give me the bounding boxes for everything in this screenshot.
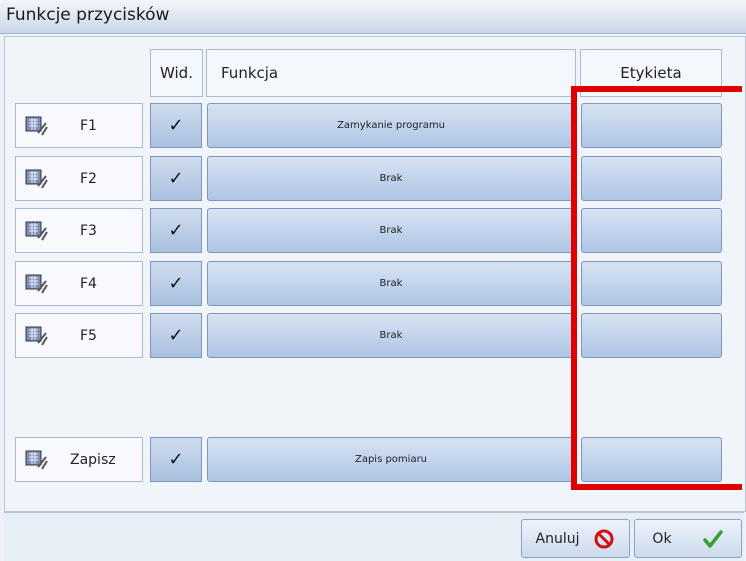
calculator-tools-icon (25, 274, 48, 294)
row-key-label: F3 (80, 222, 97, 239)
visible-checkbox-f1[interactable]: ✓ (150, 103, 202, 148)
calculator-tools-icon (25, 169, 48, 189)
row-key-label: Zapisz (70, 451, 116, 468)
row-f1-label-cell: F1 (15, 103, 143, 148)
function-button-f3[interactable]: Brak (207, 208, 575, 253)
ok-label: Ok (652, 530, 672, 547)
footer-bar (4, 512, 744, 561)
checkmark-icon (702, 529, 723, 548)
row-zapisz-label-cell: Zapisz (15, 437, 143, 482)
row-key-label: F4 (80, 275, 97, 292)
cancel-button[interactable]: Anuluj (521, 519, 630, 558)
visible-checkbox-zapisz[interactable]: ✓ (150, 437, 202, 482)
calculator-tools-icon (25, 221, 48, 241)
row-key-label: F1 (80, 117, 97, 134)
visible-checkbox-f4[interactable]: ✓ (150, 261, 202, 306)
visible-checkbox-f5[interactable]: ✓ (150, 313, 202, 358)
highlight-box (571, 86, 742, 490)
function-button-f1[interactable]: Zamykanie programu (207, 103, 575, 148)
header-wid: Wid. (150, 49, 203, 97)
row-f2-label-cell: F2 (15, 156, 143, 201)
visible-checkbox-f2[interactable]: ✓ (150, 156, 202, 201)
calculator-tools-icon (25, 450, 48, 470)
row-f3-label-cell: F3 (15, 208, 143, 253)
row-f4-label-cell: F4 (15, 261, 143, 306)
visible-checkbox-f3[interactable]: ✓ (150, 208, 202, 253)
prohibited-icon (594, 529, 614, 548)
ok-button[interactable]: Ok (634, 519, 742, 558)
function-button-f5[interactable]: Brak (207, 313, 575, 358)
row-key-label: F2 (80, 170, 97, 187)
calculator-tools-icon (25, 326, 48, 346)
function-button-f2[interactable]: Brak (207, 156, 575, 201)
function-button-f4[interactable]: Brak (207, 261, 575, 306)
header-funkcja: Funkcja (206, 49, 576, 97)
title-bar: Funkcje przycisków (0, 0, 746, 34)
calculator-tools-icon (25, 116, 48, 136)
cancel-label: Anuluj (535, 530, 580, 547)
window-title: Funkcje przycisków (6, 5, 170, 25)
row-f5-label-cell: F5 (15, 313, 143, 358)
function-button-zapisz[interactable]: Zapis pomiaru (207, 437, 575, 482)
row-key-label: F5 (80, 327, 97, 344)
